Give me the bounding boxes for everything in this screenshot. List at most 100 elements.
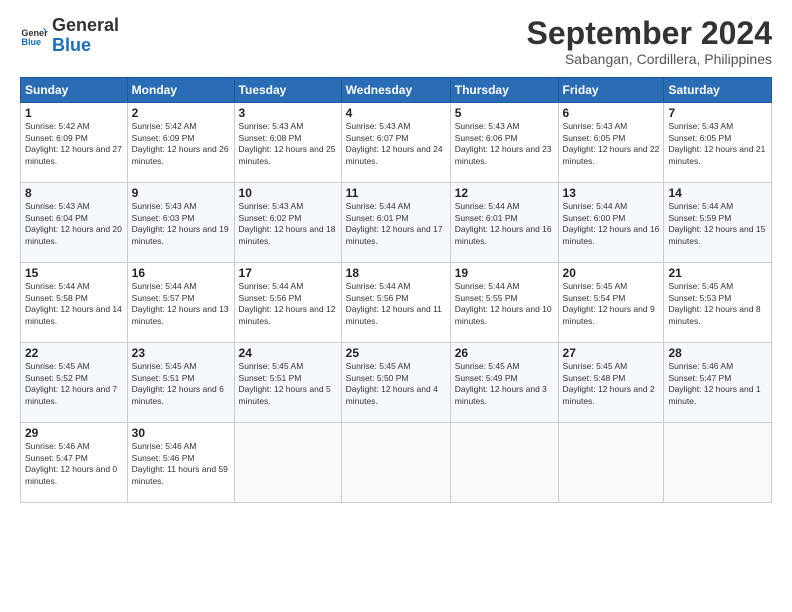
sunrise-label: Sunrise: 5:43 AM <box>668 121 733 131</box>
table-row: 2 Sunrise: 5:42 AM Sunset: 6:09 PM Dayli… <box>127 103 234 183</box>
day-number: 9 <box>132 186 230 200</box>
sunrise-label: Sunrise: 5:43 AM <box>239 201 304 211</box>
calendar-body: 1 Sunrise: 5:42 AM Sunset: 6:09 PM Dayli… <box>21 103 772 503</box>
sunrise-label: Sunrise: 5:46 AM <box>25 441 90 451</box>
week-row-2: 8 Sunrise: 5:43 AM Sunset: 6:04 PM Dayli… <box>21 183 772 263</box>
daylight-label: Daylight: 12 hours and 6 minutes. <box>132 384 224 405</box>
sunrise-label: Sunrise: 5:45 AM <box>563 281 628 291</box>
daylight-label: Daylight: 12 hours and 9 minutes. <box>563 304 655 325</box>
svg-text:Blue: Blue <box>21 37 41 47</box>
daylight-label: Daylight: 12 hours and 20 minutes. <box>25 224 122 245</box>
sunrise-label: Sunrise: 5:44 AM <box>239 281 304 291</box>
table-row: 4 Sunrise: 5:43 AM Sunset: 6:07 PM Dayli… <box>341 103 450 183</box>
calendar-header: Sunday Monday Tuesday Wednesday Thursday… <box>21 78 772 103</box>
col-thursday: Thursday <box>450 78 558 103</box>
day-number: 12 <box>455 186 554 200</box>
day-info: Sunrise: 5:46 AM Sunset: 5:47 PM Dayligh… <box>668 361 767 407</box>
day-info: Sunrise: 5:45 AM Sunset: 5:51 PM Dayligh… <box>239 361 337 407</box>
sunset-label: Sunset: 6:01 PM <box>346 213 409 223</box>
sunset-label: Sunset: 5:56 PM <box>346 293 409 303</box>
week-row-3: 15 Sunrise: 5:44 AM Sunset: 5:58 PM Dayl… <box>21 263 772 343</box>
table-row: 10 Sunrise: 5:43 AM Sunset: 6:02 PM Dayl… <box>234 183 341 263</box>
daylight-label: Daylight: 12 hours and 7 minutes. <box>25 384 117 405</box>
day-info: Sunrise: 5:45 AM Sunset: 5:52 PM Dayligh… <box>25 361 123 407</box>
sunset-label: Sunset: 5:55 PM <box>455 293 518 303</box>
week-row-4: 22 Sunrise: 5:45 AM Sunset: 5:52 PM Dayl… <box>21 343 772 423</box>
day-info: Sunrise: 5:43 AM Sunset: 6:02 PM Dayligh… <box>239 201 337 247</box>
daylight-label: Daylight: 12 hours and 26 minutes. <box>132 144 229 165</box>
daylight-label: Daylight: 12 hours and 21 minutes. <box>668 144 765 165</box>
day-info: Sunrise: 5:46 AM Sunset: 5:47 PM Dayligh… <box>25 441 123 487</box>
sunrise-label: Sunrise: 5:43 AM <box>25 201 90 211</box>
table-row: 23 Sunrise: 5:45 AM Sunset: 5:51 PM Dayl… <box>127 343 234 423</box>
day-info: Sunrise: 5:44 AM Sunset: 6:00 PM Dayligh… <box>563 201 660 247</box>
month-title: September 2024 <box>527 16 772 51</box>
day-number: 20 <box>563 266 660 280</box>
sunset-label: Sunset: 5:48 PM <box>563 373 626 383</box>
daylight-label: Daylight: 12 hours and 22 minutes. <box>563 144 660 165</box>
day-number: 5 <box>455 106 554 120</box>
table-row: 22 Sunrise: 5:45 AM Sunset: 5:52 PM Dayl… <box>21 343 128 423</box>
daylight-label: Daylight: 12 hours and 1 minute. <box>668 384 760 405</box>
daylight-label: Daylight: 12 hours and 24 minutes. <box>346 144 443 165</box>
sunset-label: Sunset: 6:02 PM <box>239 213 302 223</box>
sunset-label: Sunset: 6:09 PM <box>132 133 195 143</box>
sunrise-label: Sunrise: 5:44 AM <box>455 201 520 211</box>
day-number: 6 <box>563 106 660 120</box>
sunset-label: Sunset: 5:49 PM <box>455 373 518 383</box>
table-row: 20 Sunrise: 5:45 AM Sunset: 5:54 PM Dayl… <box>558 263 664 343</box>
table-row: 24 Sunrise: 5:45 AM Sunset: 5:51 PM Dayl… <box>234 343 341 423</box>
sunset-label: Sunset: 6:01 PM <box>455 213 518 223</box>
daylight-label: Daylight: 12 hours and 17 minutes. <box>346 224 443 245</box>
table-row: 13 Sunrise: 5:44 AM Sunset: 6:00 PM Dayl… <box>558 183 664 263</box>
day-info: Sunrise: 5:45 AM Sunset: 5:49 PM Dayligh… <box>455 361 554 407</box>
sunrise-label: Sunrise: 5:45 AM <box>132 361 197 371</box>
table-row: 5 Sunrise: 5:43 AM Sunset: 6:06 PM Dayli… <box>450 103 558 183</box>
daylight-label: Daylight: 12 hours and 14 minutes. <box>25 304 122 325</box>
day-number: 18 <box>346 266 446 280</box>
day-number: 13 <box>563 186 660 200</box>
table-row: 26 Sunrise: 5:45 AM Sunset: 5:49 PM Dayl… <box>450 343 558 423</box>
day-info: Sunrise: 5:44 AM Sunset: 6:01 PM Dayligh… <box>346 201 446 247</box>
table-row: 12 Sunrise: 5:44 AM Sunset: 6:01 PM Dayl… <box>450 183 558 263</box>
daylight-label: Daylight: 12 hours and 13 minutes. <box>132 304 229 325</box>
table-row: 9 Sunrise: 5:43 AM Sunset: 6:03 PM Dayli… <box>127 183 234 263</box>
sunset-label: Sunset: 5:47 PM <box>668 373 731 383</box>
logo-text: General Blue <box>52 16 119 56</box>
day-number: 17 <box>239 266 337 280</box>
day-number: 7 <box>668 106 767 120</box>
sunrise-label: Sunrise: 5:45 AM <box>239 361 304 371</box>
sunrise-label: Sunrise: 5:44 AM <box>455 281 520 291</box>
sunrise-label: Sunrise: 5:45 AM <box>668 281 733 291</box>
day-number: 15 <box>25 266 123 280</box>
daylight-label: Daylight: 12 hours and 4 minutes. <box>346 384 438 405</box>
table-row: 14 Sunrise: 5:44 AM Sunset: 5:59 PM Dayl… <box>664 183 772 263</box>
daylight-label: Daylight: 12 hours and 0 minutes. <box>25 464 117 485</box>
sunrise-label: Sunrise: 5:44 AM <box>563 201 628 211</box>
sunset-label: Sunset: 5:53 PM <box>668 293 731 303</box>
week-row-5: 29 Sunrise: 5:46 AM Sunset: 5:47 PM Dayl… <box>21 423 772 503</box>
table-row: 19 Sunrise: 5:44 AM Sunset: 5:55 PM Dayl… <box>450 263 558 343</box>
col-tuesday: Tuesday <box>234 78 341 103</box>
table-row: 15 Sunrise: 5:44 AM Sunset: 5:58 PM Dayl… <box>21 263 128 343</box>
week-row-1: 1 Sunrise: 5:42 AM Sunset: 6:09 PM Dayli… <box>21 103 772 183</box>
sunset-label: Sunset: 6:07 PM <box>346 133 409 143</box>
day-number: 21 <box>668 266 767 280</box>
daylight-label: Daylight: 12 hours and 5 minutes. <box>239 384 331 405</box>
day-number: 4 <box>346 106 446 120</box>
table-row: 28 Sunrise: 5:46 AM Sunset: 5:47 PM Dayl… <box>664 343 772 423</box>
day-info: Sunrise: 5:45 AM Sunset: 5:51 PM Dayligh… <box>132 361 230 407</box>
sunrise-label: Sunrise: 5:45 AM <box>25 361 90 371</box>
daylight-label: Daylight: 12 hours and 25 minutes. <box>239 144 336 165</box>
day-info: Sunrise: 5:45 AM Sunset: 5:48 PM Dayligh… <box>563 361 660 407</box>
sunrise-label: Sunrise: 5:44 AM <box>668 201 733 211</box>
sunrise-label: Sunrise: 5:43 AM <box>455 121 520 131</box>
table-row: 29 Sunrise: 5:46 AM Sunset: 5:47 PM Dayl… <box>21 423 128 503</box>
sunset-label: Sunset: 5:56 PM <box>239 293 302 303</box>
day-info: Sunrise: 5:44 AM Sunset: 5:58 PM Dayligh… <box>25 281 123 327</box>
day-number: 16 <box>132 266 230 280</box>
day-info: Sunrise: 5:44 AM Sunset: 6:01 PM Dayligh… <box>455 201 554 247</box>
daylight-label: Daylight: 12 hours and 16 minutes. <box>455 224 552 245</box>
sunrise-label: Sunrise: 5:44 AM <box>346 281 411 291</box>
col-saturday: Saturday <box>664 78 772 103</box>
